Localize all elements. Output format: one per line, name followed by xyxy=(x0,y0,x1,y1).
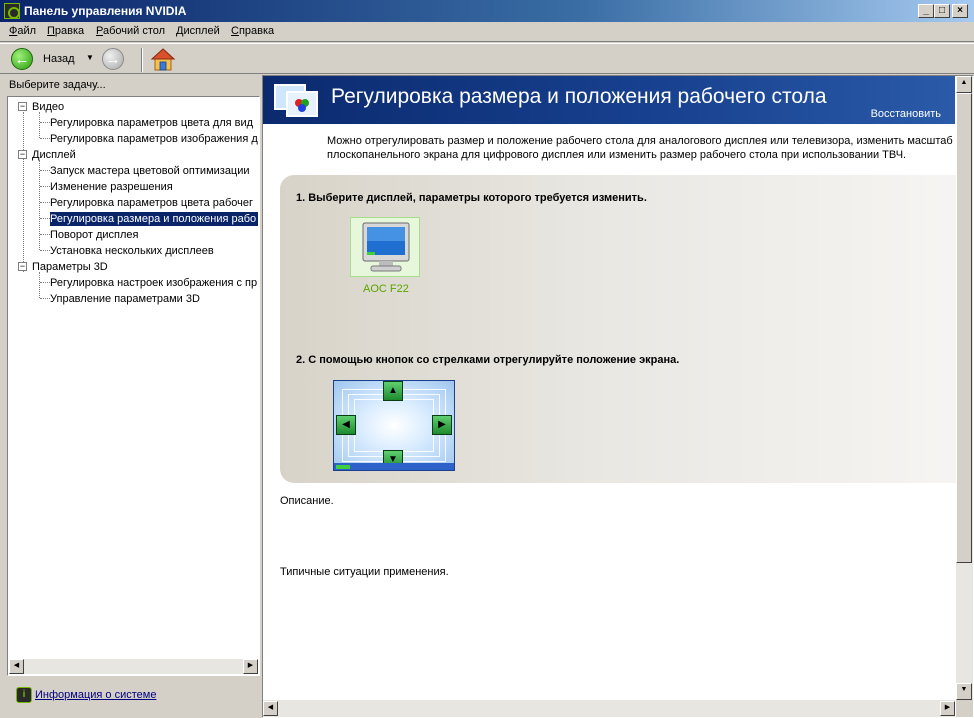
nvidia-app-icon xyxy=(4,3,20,19)
forward-arrow-icon[interactable]: → xyxy=(102,48,124,70)
window-title: Панель управления NVIDIA xyxy=(24,4,187,18)
close-button[interactable]: × xyxy=(952,4,968,18)
display-name[interactable]: AOC F22 xyxy=(363,283,409,295)
menu-bar: Файл Правка Рабочий стол Дисплей Справка xyxy=(0,22,974,42)
menu-edit[interactable]: Правка xyxy=(47,25,84,37)
tree-horizontal-scrollbar[interactable]: ◀ ▶ xyxy=(9,659,258,674)
content-vertical-scrollbar[interactable]: ▲ ▼ xyxy=(956,76,973,700)
menu-help[interactable]: Справка xyxy=(231,25,274,37)
description-label: Описание. xyxy=(280,495,334,507)
tree-item-rotate[interactable]: Поворот дисплея xyxy=(50,228,138,242)
scroll-up-icon[interactable]: ▲ xyxy=(956,76,972,93)
tree-group-3d[interactable]: Параметры 3D xyxy=(32,260,108,274)
page-banner: Регулировка размера и положения рабочего… xyxy=(263,76,955,124)
tree-item-3d-preview[interactable]: Регулировка настроек изображения с пр xyxy=(50,276,257,290)
move-right-button[interactable]: ▶ xyxy=(432,415,452,435)
taskbar-preview xyxy=(334,463,454,470)
back-button-label[interactable]: Назад xyxy=(43,53,75,65)
move-left-button[interactable]: ◀ xyxy=(336,415,356,435)
scroll-right-icon[interactable]: ▶ xyxy=(243,659,258,674)
home-icon[interactable] xyxy=(150,47,176,73)
step-1-heading: 1. Выберите дисплей, параметры которого … xyxy=(296,192,647,204)
content-horizontal-scrollbar[interactable]: ◀ ▶ xyxy=(263,700,955,717)
menu-display[interactable]: Дисплей xyxy=(176,25,220,37)
monitor-icon xyxy=(362,222,410,272)
system-info-link[interactable]: Информация о системе xyxy=(35,689,156,701)
menu-file[interactable]: Файл xyxy=(9,25,36,37)
collapse-display-icon[interactable]: − xyxy=(18,150,27,159)
maximize-button[interactable]: □ xyxy=(934,4,950,18)
display-settings-icon xyxy=(274,84,318,117)
content-pane: Регулировка размера и положения рабочего… xyxy=(262,75,974,718)
tree-item-resolution[interactable]: Изменение разрешения xyxy=(50,180,173,194)
tree-item-multi-display[interactable]: Установка нескольких дисплеев xyxy=(50,244,214,258)
scroll-down-icon[interactable]: ▼ xyxy=(956,683,972,700)
task-pane-header: Выберите задачу... xyxy=(9,79,106,91)
collapse-3d-icon[interactable]: − xyxy=(18,262,27,271)
intro-line-2: плоскопанельного экрана для цифрового ди… xyxy=(327,149,907,161)
tree-item-desktop-size[interactable]: Регулировка размера и положения рабо xyxy=(50,212,258,226)
usage-label: Типичные ситуации применения. xyxy=(280,566,449,578)
intro-line-1: Можно отрегулировать размер и положение … xyxy=(327,135,953,147)
title-bar: Панель управления NVIDIA _ □ × xyxy=(0,0,974,22)
display-aoc-f22[interactable] xyxy=(350,217,420,277)
toolbar-separator xyxy=(141,48,143,72)
tree-group-display[interactable]: Дисплей xyxy=(32,148,76,162)
content-scroll-right-icon[interactable]: ▶ xyxy=(940,701,955,716)
task-tree: − Видео Регулировка параметров цвета для… xyxy=(7,96,260,676)
tree-item-desktop-color[interactable]: Регулировка параметров цвета рабочег xyxy=(50,196,253,210)
toolbar: ← Назад ▼ → xyxy=(0,43,974,74)
content-scroll-left-icon[interactable]: ◀ xyxy=(263,701,278,716)
restore-link[interactable]: Восстановить xyxy=(871,108,941,120)
tree-item-video-color[interactable]: Регулировка параметров цвета для вид xyxy=(50,116,253,130)
scroll-left-icon[interactable]: ◀ xyxy=(9,659,24,674)
collapse-video-icon[interactable]: − xyxy=(18,102,27,111)
tree-item-3d-settings[interactable]: Управление параметрами 3D xyxy=(50,292,200,306)
back-arrow-icon[interactable]: ← xyxy=(11,48,33,70)
scroll-thumb[interactable] xyxy=(956,93,972,563)
system-info-icon[interactable]: i xyxy=(16,687,32,703)
page-title: Регулировка размера и положения рабочего… xyxy=(331,85,827,108)
tree-item-color-wizard[interactable]: Запуск мастера цветовой оптимизации xyxy=(50,164,250,178)
step-2-heading: 2. С помощью кнопок со стрелками отрегул… xyxy=(296,354,680,366)
minimize-button[interactable]: _ xyxy=(918,4,934,18)
menu-desktop[interactable]: Рабочий стол xyxy=(96,25,165,37)
move-up-button[interactable]: ▲ xyxy=(383,381,403,401)
tree-group-video[interactable]: Видео xyxy=(32,100,64,114)
page-intro: Можно отрегулировать размер и положение … xyxy=(327,134,957,162)
tree-item-video-image[interactable]: Регулировка параметров изображения д xyxy=(50,132,258,146)
scroll-corner xyxy=(956,700,973,717)
position-adjuster: ▲ ◀ ▶ ▼ xyxy=(333,380,455,471)
back-dropdown-icon[interactable]: ▼ xyxy=(86,53,94,62)
